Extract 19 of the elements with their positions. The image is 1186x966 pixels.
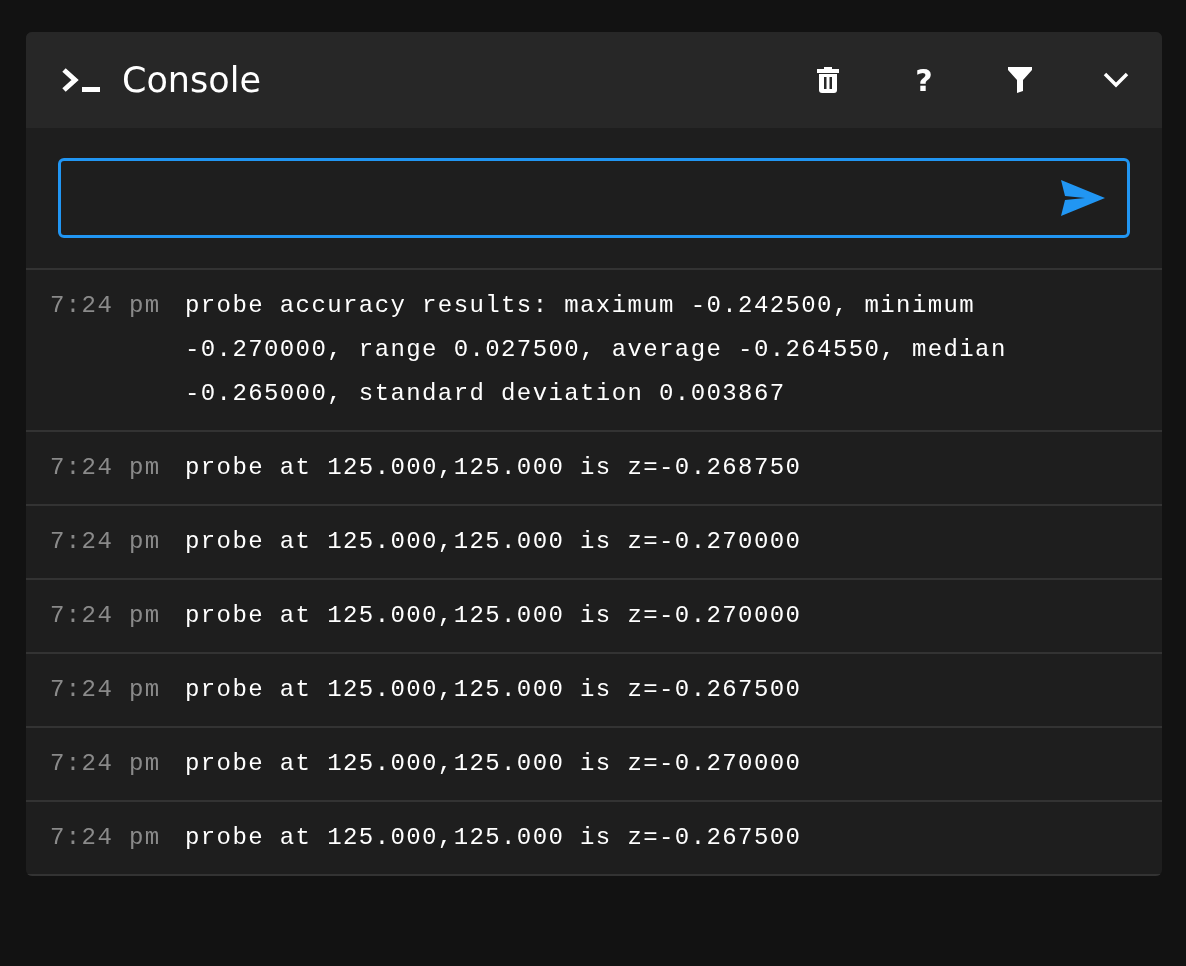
terminal-prompt-icon	[62, 67, 102, 93]
log-message: probe at 125.000,125.000 is z=-0.270000	[185, 527, 803, 557]
log-message: probe at 125.000,125.000 is z=-0.267500	[185, 823, 803, 853]
send-icon[interactable]	[1061, 180, 1105, 216]
help-button[interactable]: ?	[904, 60, 944, 100]
log-message: probe at 125.000,125.000 is z=-0.270000	[185, 601, 803, 631]
log-timestamp: 7:24 pm	[50, 749, 162, 779]
log-message: probe at 125.000,125.000 is z=-0.267500	[185, 675, 803, 705]
log-message: probe at 125.000,125.000 is z=-0.268750	[185, 453, 803, 483]
console-title: Console	[122, 60, 262, 100]
command-input-field[interactable]	[58, 158, 1130, 238]
log-timestamp: 7:24 pm	[50, 527, 162, 557]
log-timestamp: 7:24 pm	[50, 601, 162, 631]
log-timestamp: 7:24 pm	[50, 291, 162, 321]
log-message: probe at 125.000,125.000 is z=-0.270000	[185, 749, 803, 779]
log-timestamp: 7:24 pm	[50, 453, 162, 483]
log-message: probe accuracy results: maximum -0.242500, minimum -0.270000, range 0.027500, average -0.264550, median -0.265000, standard deviation 0.003867	[185, 291, 1008, 409]
log-timestamp: 7:24 pm	[50, 823, 162, 853]
log-timestamp: 7:24 pm	[50, 675, 162, 705]
